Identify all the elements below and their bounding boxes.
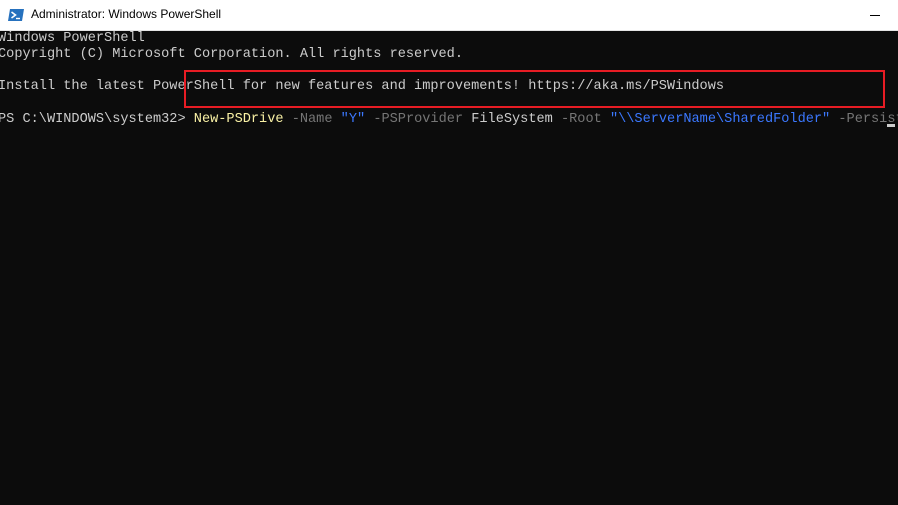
console-output[interactable]: Windows PowerShell Copyright (C) Microso…: [0, 31, 898, 505]
powershell-window: Administrator: Windows PowerShell Window…: [0, 0, 898, 505]
param-name: -Name: [291, 112, 333, 127]
cmdlet-name: New-PSDrive: [193, 112, 284, 127]
powershell-icon: [8, 9, 24, 21]
console-header-line: Windows PowerShell: [0, 31, 145, 46]
text-cursor: [887, 124, 895, 127]
param-psprovider: -PSProvider: [373, 112, 464, 127]
console-copyright-line: Copyright (C) Microsoft Corporation. All…: [0, 47, 463, 62]
value-psprovider: FileSystem: [471, 112, 553, 127]
window-title: Administrator: Windows PowerShell: [31, 7, 222, 21]
console-info-line: Install the latest PowerShell for new fe…: [0, 79, 725, 94]
title-bar[interactable]: Administrator: Windows PowerShell: [0, 0, 898, 31]
value-root: "\\ServerName\SharedFolder": [609, 112, 831, 127]
command-line[interactable]: PS C:\WINDOWS\system32> New-PSDrive -Nam…: [0, 112, 898, 128]
minimize-button[interactable]: [852, 0, 898, 30]
value-name: "Y": [340, 112, 366, 127]
minimize-icon: [870, 15, 880, 16]
param-root: -Root: [560, 112, 602, 127]
prompt-text: PS C:\WINDOWS\system32>: [0, 112, 194, 127]
